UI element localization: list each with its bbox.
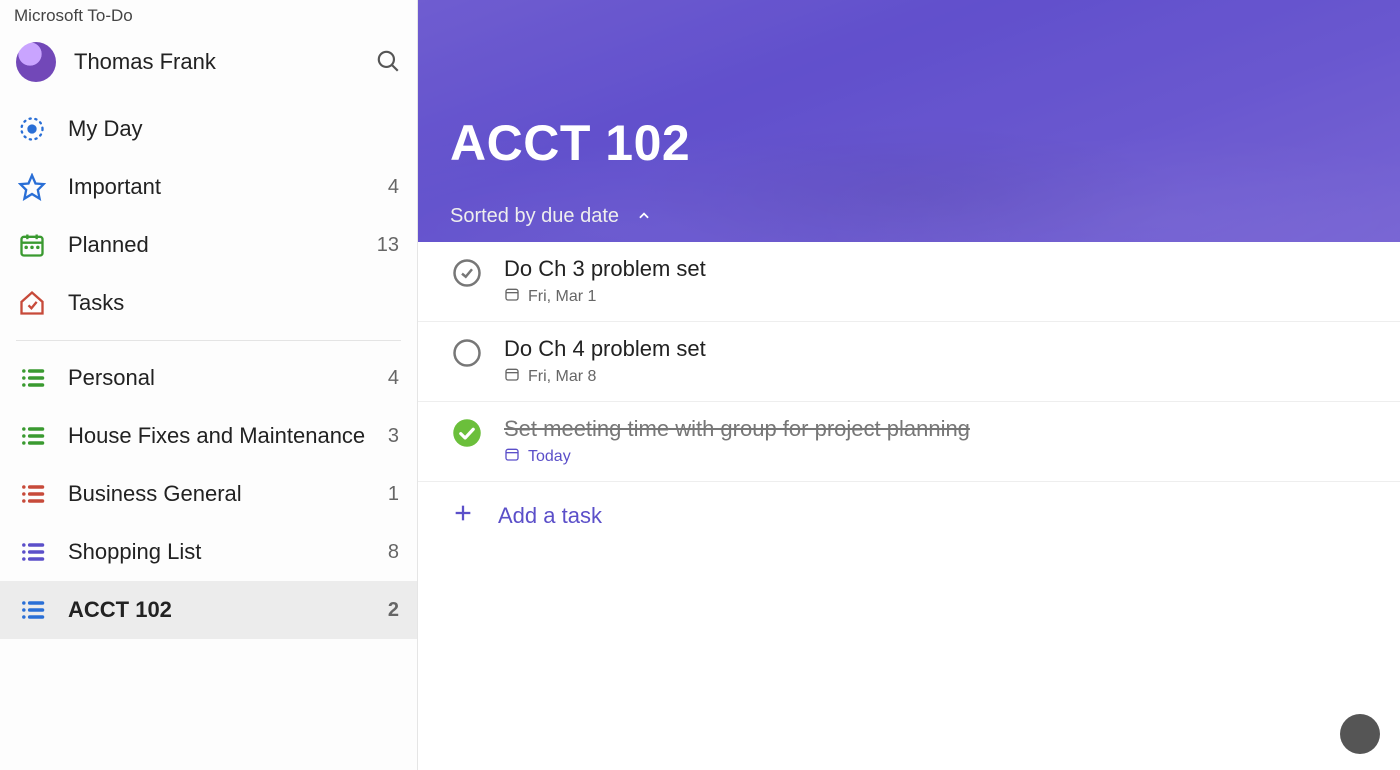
task-due-text: Fri, Mar 1 (528, 288, 596, 306)
sidebar: Microsoft To-Do Thomas Frank My Day Impo… (0, 0, 418, 770)
search-button[interactable] (375, 48, 401, 77)
sidebar-item-count: 4 (388, 367, 399, 390)
add-task-row[interactable]: Add a task (418, 482, 1400, 550)
list-header: ACCT 102 Sorted by due date (418, 0, 1400, 242)
sidebar-item-count: 1 (388, 483, 399, 506)
sidebar-divider (16, 340, 401, 341)
sidebar-item-count: 13 (377, 234, 399, 257)
main-panel: ACCT 102 Sorted by due date Do Ch 3 prob… (418, 0, 1400, 770)
sun-icon (18, 115, 46, 143)
sidebar-item-planned[interactable]: Planned 13 (0, 216, 417, 274)
sidebar-item-personal[interactable]: Personal 4 (0, 349, 417, 407)
sidebar-item-house[interactable]: House Fixes and Maintenance 3 (0, 407, 417, 465)
profile-row[interactable]: Thomas Frank (0, 28, 417, 100)
task-due: Fri, Mar 8 (504, 366, 706, 387)
task-title: Set meeting time with group for project … (504, 416, 970, 442)
task-checkbox[interactable] (452, 418, 482, 448)
list-icon (18, 596, 46, 624)
sidebar-item-label: Business General (68, 481, 388, 507)
add-task-label: Add a task (498, 503, 602, 529)
sort-label: Sorted by due date (450, 205, 619, 228)
sidebar-item-label: House Fixes and Maintenance (68, 423, 388, 449)
list-title: ACCT 102 (450, 114, 1368, 172)
task-checkbox[interactable] (452, 338, 482, 368)
task-due-text: Fri, Mar 8 (528, 368, 596, 386)
task-body: Set meeting time with group for project … (504, 416, 970, 467)
sidebar-item-label: My Day (68, 116, 399, 142)
task-list: Do Ch 3 problem set Fri, Mar 1 Do Ch 4 p… (418, 242, 1400, 770)
custom-lists: Personal 4 House Fixes and Maintenance 3… (0, 349, 417, 639)
task-row[interactable]: Do Ch 4 problem set Fri, Mar 8 (418, 322, 1400, 402)
task-due: Today (504, 446, 970, 467)
sidebar-item-label: Important (68, 174, 388, 200)
corner-avatar[interactable] (1340, 714, 1380, 754)
calendar-mini-icon (504, 286, 520, 307)
sidebar-item-business[interactable]: Business General 1 (0, 465, 417, 523)
sidebar-item-label: Personal (68, 365, 388, 391)
list-icon (18, 538, 46, 566)
task-row[interactable]: Do Ch 3 problem set Fri, Mar 1 (418, 242, 1400, 322)
task-title: Do Ch 4 problem set (504, 336, 706, 362)
calendar-mini-icon (504, 446, 520, 467)
search-icon (375, 48, 401, 74)
task-title: Do Ch 3 problem set (504, 256, 706, 282)
calendar-mini-icon (504, 366, 520, 387)
task-body: Do Ch 4 problem set Fri, Mar 8 (504, 336, 706, 387)
list-icon (18, 422, 46, 450)
sidebar-item-count: 8 (388, 541, 399, 564)
plus-icon (452, 502, 474, 530)
sort-bar[interactable]: Sorted by due date (450, 190, 1368, 242)
task-row[interactable]: Set meeting time with group for project … (418, 402, 1400, 482)
calendar-icon (18, 231, 46, 259)
star-icon (18, 173, 46, 201)
sidebar-item-count: 4 (388, 176, 399, 199)
sidebar-item-label: ACCT 102 (68, 597, 388, 623)
task-due-text: Today (528, 448, 571, 466)
sidebar-item-important[interactable]: Important 4 (0, 158, 417, 216)
task-checkbox[interactable] (452, 258, 482, 288)
app-title: Microsoft To-Do (0, 0, 417, 28)
sidebar-item-label: Tasks (68, 290, 399, 316)
sidebar-item-acct102[interactable]: ACCT 102 2 (0, 581, 417, 639)
sidebar-item-label: Planned (68, 232, 377, 258)
task-body: Do Ch 3 problem set Fri, Mar 1 (504, 256, 706, 307)
sidebar-item-myday[interactable]: My Day (0, 100, 417, 158)
avatar[interactable] (16, 42, 56, 82)
list-icon (18, 480, 46, 508)
home-check-icon (18, 289, 46, 317)
sidebar-item-count: 3 (388, 425, 399, 448)
sidebar-item-count: 2 (388, 599, 399, 622)
sidebar-item-shopping[interactable]: Shopping List 8 (0, 523, 417, 581)
sidebar-item-tasks[interactable]: Tasks (0, 274, 417, 332)
list-icon (18, 364, 46, 392)
profile-name: Thomas Frank (74, 49, 375, 75)
task-due: Fri, Mar 1 (504, 286, 706, 307)
chevron-up-icon (637, 209, 651, 223)
smart-lists: My Day Important 4 Planned 13 Tasks (0, 100, 417, 332)
sidebar-item-label: Shopping List (68, 539, 388, 565)
